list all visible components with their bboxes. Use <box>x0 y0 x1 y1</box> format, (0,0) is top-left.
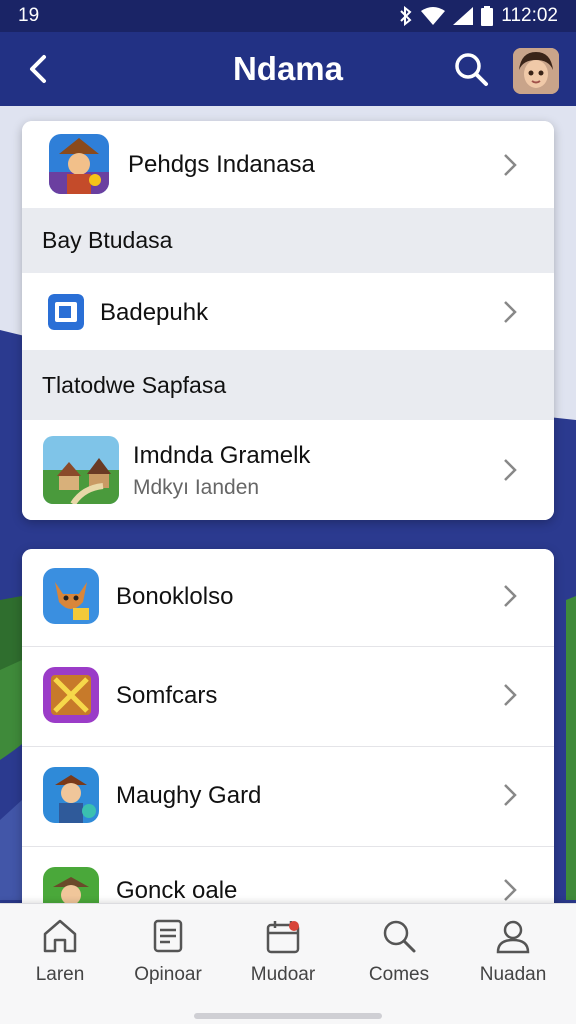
battery-icon <box>481 6 494 26</box>
nav-item-search[interactable]: Comes <box>344 916 454 986</box>
nav-item-home[interactable]: Laren <box>5 916 115 986</box>
row-title: Gonck oale <box>116 877 238 904</box>
document-icon <box>153 919 183 953</box>
adventurer-app-icon <box>43 767 99 823</box>
nav-label: Nuadan <box>479 964 547 985</box>
search-icon <box>383 920 416 953</box>
chevron-right-icon <box>504 879 517 901</box>
nav-label: Mudoar <box>250 964 316 985</box>
settings-card: Pehdgs Indanasa Bay Btudasa Badepuhk Tla… <box>22 121 554 520</box>
chevron-right-icon <box>504 585 517 607</box>
chevron-right-icon <box>504 459 517 481</box>
chevron-right-icon <box>504 684 517 706</box>
app-bar: Ndama <box>0 32 576 106</box>
wifi-icon <box>421 7 446 25</box>
row-subtitle: Mdkyı Ianden <box>133 476 260 499</box>
row-title: Maughy Gard <box>116 782 262 809</box>
status-bar: 19 112:02 <box>0 0 576 32</box>
row-title: Somfcars <box>116 682 218 709</box>
bluetooth-icon <box>400 6 412 26</box>
village-app-icon <box>43 436 119 504</box>
signal-icon <box>453 7 474 25</box>
list-item-badepuhk[interactable]: Badepuhk <box>22 273 554 350</box>
section-header: Bay Btudasa <box>22 208 554 273</box>
section-header: Tlatodwe Sapfasa <box>22 350 554 420</box>
row-title: Imdnda Gramelk <box>133 442 311 469</box>
bottom-navigation: Laren Opinoar Mudoar Comes Nuadan <box>0 903 576 1024</box>
row-title: Badepuhk <box>100 299 209 326</box>
nav-item-calendar[interactable]: Mudoar <box>228 916 338 986</box>
swords-app-icon <box>43 667 99 723</box>
avatar[interactable] <box>513 48 559 94</box>
calendar-icon <box>266 921 300 954</box>
nav-label: Laren <box>35 964 85 985</box>
chevron-right-icon <box>504 301 517 323</box>
home-icon <box>43 919 77 953</box>
list-item-imdnda[interactable]: Imdnda Gramelk Mdkyı Ianden <box>22 420 554 520</box>
nav-item-profile[interactable]: Nuadan <box>458 916 568 986</box>
list-item[interactable]: Somfcars <box>22 647 554 746</box>
nav-label: Comes <box>368 964 430 985</box>
chevron-right-icon <box>504 784 517 806</box>
row-title: Pehdgs Indanasa <box>128 151 315 178</box>
fox-app-icon <box>43 568 99 624</box>
nav-item-document[interactable]: Opinoar <box>113 916 223 986</box>
person-icon <box>496 920 530 954</box>
search-icon[interactable] <box>452 50 490 88</box>
game-app-icon <box>49 134 109 194</box>
row-title: Bonoklolso <box>116 583 234 610</box>
list-item[interactable]: Maughy Gard <box>22 747 554 846</box>
status-time: 19 <box>18 5 40 26</box>
book-icon <box>48 294 84 330</box>
status-clock: 112:02 <box>501 5 558 26</box>
home-indicator[interactable] <box>194 1013 382 1019</box>
list-item-pehdgs[interactable]: Pehdgs Indanasa <box>22 121 554 208</box>
chevron-right-icon <box>504 154 517 176</box>
nav-label: Opinoar <box>134 964 202 985</box>
list-item[interactable]: Bonoklolso <box>22 549 554 646</box>
